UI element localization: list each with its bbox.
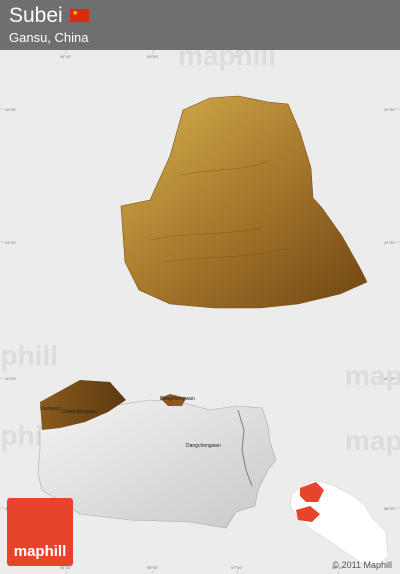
watermark: maphill <box>345 425 400 456</box>
header-bar: Subei ★ Gansu, China <box>0 0 400 50</box>
coord-label-left: 42°40' <box>5 107 16 112</box>
coord-label-top: 94°40' <box>60 54 71 59</box>
subei-north-region[interactable] <box>120 95 368 309</box>
maphill-logo-text: maphill <box>13 543 67 560</box>
coord-label-bottom: 95°50' <box>147 565 158 570</box>
map-canvas[interactable]: 94°40' 95°50' 97°00' 94°40' 95°50' 97°00… <box>0 50 400 574</box>
page-title: Subei <box>9 4 63 27</box>
china-flag-icon: ★ <box>70 9 89 22</box>
place-label-dangchengwan[interactable]: Dangchengwan <box>186 443 221 449</box>
watermark: maphill <box>0 340 58 371</box>
coord-label-top: 95°50' <box>147 54 158 59</box>
region-subtitle: Gansu, China <box>9 30 89 45</box>
coord-label-right: 42°40' <box>384 107 395 112</box>
place-label-dushanzi[interactable]: Dushanzi <box>40 406 61 412</box>
watermark: maphill <box>345 360 400 391</box>
page: Subei ★ Gansu, China 94°40' 95°50' 97°00… <box>0 0 400 574</box>
coord-label-right: 38°40' <box>384 506 395 511</box>
coord-label-left: 41°20' <box>5 240 16 245</box>
place-label-dangchengwan[interactable]: Dangchengwan <box>62 409 97 415</box>
flag-star: ★ <box>72 10 79 17</box>
inset-locator-map[interactable] <box>289 479 389 567</box>
coord-label-bottom: 97°00' <box>231 565 242 570</box>
copyright-text: © 2011 Maphill <box>332 560 393 570</box>
maphill-logo[interactable]: maphill <box>7 498 73 566</box>
place-label-dangchengwan[interactable]: Dangchengwan <box>160 396 195 402</box>
coord-label-left: 40°00' <box>5 376 16 381</box>
watermark: maphill <box>178 50 276 71</box>
coord-label-right: 41°20' <box>384 240 395 245</box>
